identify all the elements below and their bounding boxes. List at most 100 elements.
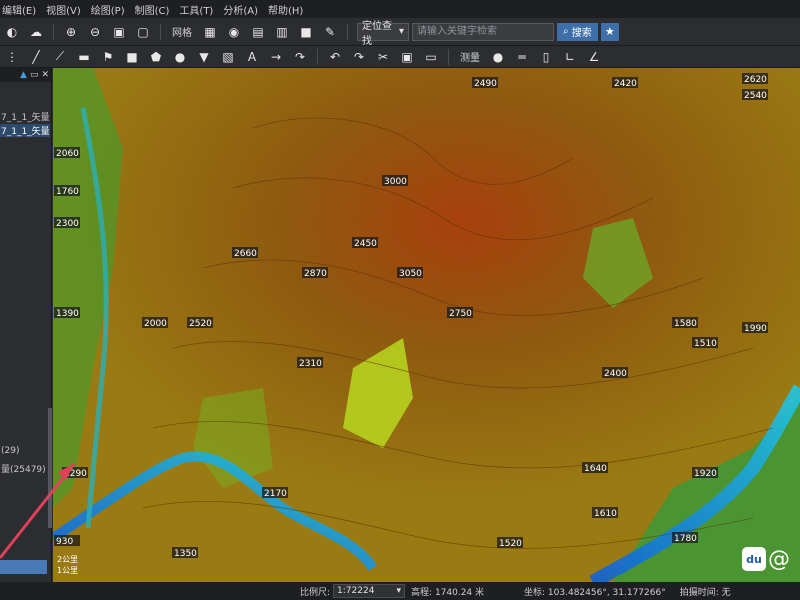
box-icon[interactable]: ■ — [297, 23, 315, 41]
toolbar-separator — [53, 23, 54, 40]
coordinate-readout: 坐标: 103.482456°, 31.177266° — [524, 587, 666, 598]
menu-view[interactable]: 视图(V) — [46, 2, 81, 17]
chevron-down-icon: ▾ — [396, 586, 402, 596]
scale-value: 1:72224 — [337, 586, 375, 596]
curve-icon[interactable]: ↷ — [291, 48, 309, 66]
panel-selected-row[interactable] — [0, 560, 47, 574]
capture-time: 拍摄时间: 无 — [679, 587, 731, 598]
menu-tools[interactable]: 工具(T) — [179, 2, 213, 17]
angle-icon[interactable]: ∟ — [561, 48, 579, 66]
search-input[interactable] — [412, 22, 554, 41]
toolbar-separator — [347, 23, 348, 40]
layer-item[interactable]: (29) — [0, 446, 50, 456]
menu-edit[interactable]: 编辑(E) — [2, 2, 36, 17]
at-icon: @ — [768, 546, 790, 572]
polyline-icon[interactable]: ⟋ — [51, 48, 69, 66]
search-button-label: 搜索 — [571, 28, 592, 39]
menu-help[interactable]: 帮助(H) — [268, 2, 303, 17]
toolbar-separator — [448, 48, 449, 65]
ruler-icon[interactable]: ═ — [513, 48, 531, 66]
locate-combo-value: 定位查找 — [362, 20, 392, 47]
contour-label: 3050 — [399, 269, 422, 279]
layer-item-selected[interactable]: 7_1_1_矢量... — [0, 124, 50, 137]
draw-toolbar: ⋮ ╱ ⟋ ▬ ⚑ ■ ⬟ ● ▼ ▧ A → ↷ ↶ ↷ ✂ ▣ ▭ 测量 ●… — [0, 46, 800, 68]
scissors-icon[interactable]: ✂ — [374, 48, 392, 66]
trash-icon[interactable]: ▭ — [422, 48, 440, 66]
watermark: du @ — [742, 545, 798, 573]
contour-label: 2170 — [264, 489, 287, 499]
scale-combo[interactable]: 1:72224 ▾ — [333, 584, 406, 598]
line-icon[interactable]: ╱ — [27, 48, 45, 66]
favorite-star-icon[interactable]: ★ — [600, 22, 619, 41]
float-panel-icon[interactable]: ▭ — [30, 70, 39, 80]
clipboard-icon[interactable]: ▣ — [398, 48, 416, 66]
arrow-right-icon[interactable]: → — [267, 48, 285, 66]
area-icon[interactable]: ▯ — [537, 48, 555, 66]
contour-label: 2520 — [189, 319, 212, 329]
slope-icon[interactable]: ∠ — [585, 48, 603, 66]
circle-icon[interactable]: ● — [171, 48, 189, 66]
measure-button[interactable]: 测量 — [460, 49, 480, 64]
pin-icon[interactable]: ● — [489, 48, 507, 66]
globe-icon[interactable]: ◐ — [3, 23, 21, 41]
scale-text-2km: 2公里 — [57, 555, 79, 564]
contour-label: 1290 — [64, 469, 87, 479]
search-icon: ⌕ — [563, 26, 572, 37]
dots-icon[interactable]: ⋮ — [3, 48, 21, 66]
cloud-icon[interactable]: ☁ — [27, 23, 45, 41]
fit-view-icon[interactable]: ▢ — [134, 23, 152, 41]
menu-analysis[interactable]: 分析(A) — [223, 2, 258, 17]
photo-icon[interactable]: ▥ — [273, 23, 291, 41]
map-scale-bar: 2公里 1公里 — [57, 554, 78, 576]
contour-label: 2660 — [234, 249, 257, 259]
contour-label: 1390 — [56, 309, 79, 319]
contour-label: 1610 — [594, 509, 617, 519]
toolbar-separator — [160, 23, 161, 40]
contour-label: 2870 — [304, 269, 327, 279]
redo-icon[interactable]: ↷ — [350, 48, 368, 66]
square-icon[interactable]: ■ — [123, 48, 141, 66]
image-icon[interactable]: ▤ — [249, 23, 267, 41]
contour-label: 1760 — [56, 187, 79, 197]
menu-bar: 编辑(E) 视图(V) 绘图(P) 制图(C) 工具(T) 分析(A) 帮助(H… — [0, 0, 800, 18]
pin-panel-icon[interactable]: ▲ — [20, 70, 27, 80]
layer-item[interactable]: 量(25479) — [0, 462, 50, 475]
contour-label: 1520 — [499, 539, 522, 549]
contour-label: 2750 — [449, 309, 472, 319]
panel-scrollbar[interactable] — [48, 408, 52, 528]
menu-draw[interactable]: 绘图(P) — [91, 2, 125, 17]
close-icon[interactable]: ✕ — [41, 70, 49, 80]
contour-label: 2450 — [354, 239, 377, 249]
grid-icon[interactable]: ▦ — [201, 23, 219, 41]
contour-label: 1920 — [694, 469, 717, 479]
contour-label: 1640 — [584, 464, 607, 474]
layer-panel: ▲ ▭ ✕ 7_1_1_矢量... 7_1_1_矢量... (29) 量(254… — [0, 68, 52, 582]
layer-icon[interactable]: ◉ — [225, 23, 243, 41]
contour-label: 2490 — [474, 79, 497, 89]
contour-label: 1990 — [744, 324, 767, 334]
rectangle-icon[interactable]: ▬ — [75, 48, 93, 66]
flag-icon[interactable]: ⚑ — [99, 48, 117, 66]
zoom-in-icon[interactable]: ⊕ — [62, 23, 80, 41]
menu-cartography[interactable]: 制图(C) — [135, 2, 170, 17]
contour-label: 2310 — [299, 359, 322, 369]
hatch-icon[interactable]: ▧ — [219, 48, 237, 66]
brush-icon[interactable]: ✎ — [321, 23, 339, 41]
toolbar-separator — [317, 48, 318, 65]
grid-button[interactable]: 网格 — [172, 24, 192, 39]
status-bar: 比例尺: 1:72224 ▾ 高程: 1740.24 米 坐标: 103.482… — [0, 582, 800, 600]
layer-item[interactable]: 7_1_1_矢量... — [0, 110, 50, 123]
full-extent-icon[interactable]: ▣ — [110, 23, 128, 41]
search-button[interactable]: ⌕ 搜索 — [557, 22, 598, 41]
main-toolbar: ◐ ☁ ⊕ ⊖ ▣ ▢ 网格 ▦ ◉ ▤ ▥ ■ ✎ 定位查找 ▾ ⌕ 搜索 ★ — [0, 18, 800, 47]
locate-combo[interactable]: 定位查找 ▾ — [357, 21, 409, 47]
triangle-icon[interactable]: ▼ — [195, 48, 213, 66]
text-icon[interactable]: A — [243, 48, 261, 66]
baidu-paw-icon: du — [742, 547, 766, 571]
pentagon-icon[interactable]: ⬟ — [147, 48, 165, 66]
map-view[interactable]: 3000 3050 2870 2660 2520 2450 2310 2750 2490 2420… — [53, 68, 800, 582]
undo-icon[interactable]: ↶ — [326, 48, 344, 66]
contour-label: 930 — [56, 537, 73, 547]
zoom-out-icon[interactable]: ⊖ — [86, 23, 104, 41]
scale-text-1km: 1公里 — [57, 566, 79, 575]
